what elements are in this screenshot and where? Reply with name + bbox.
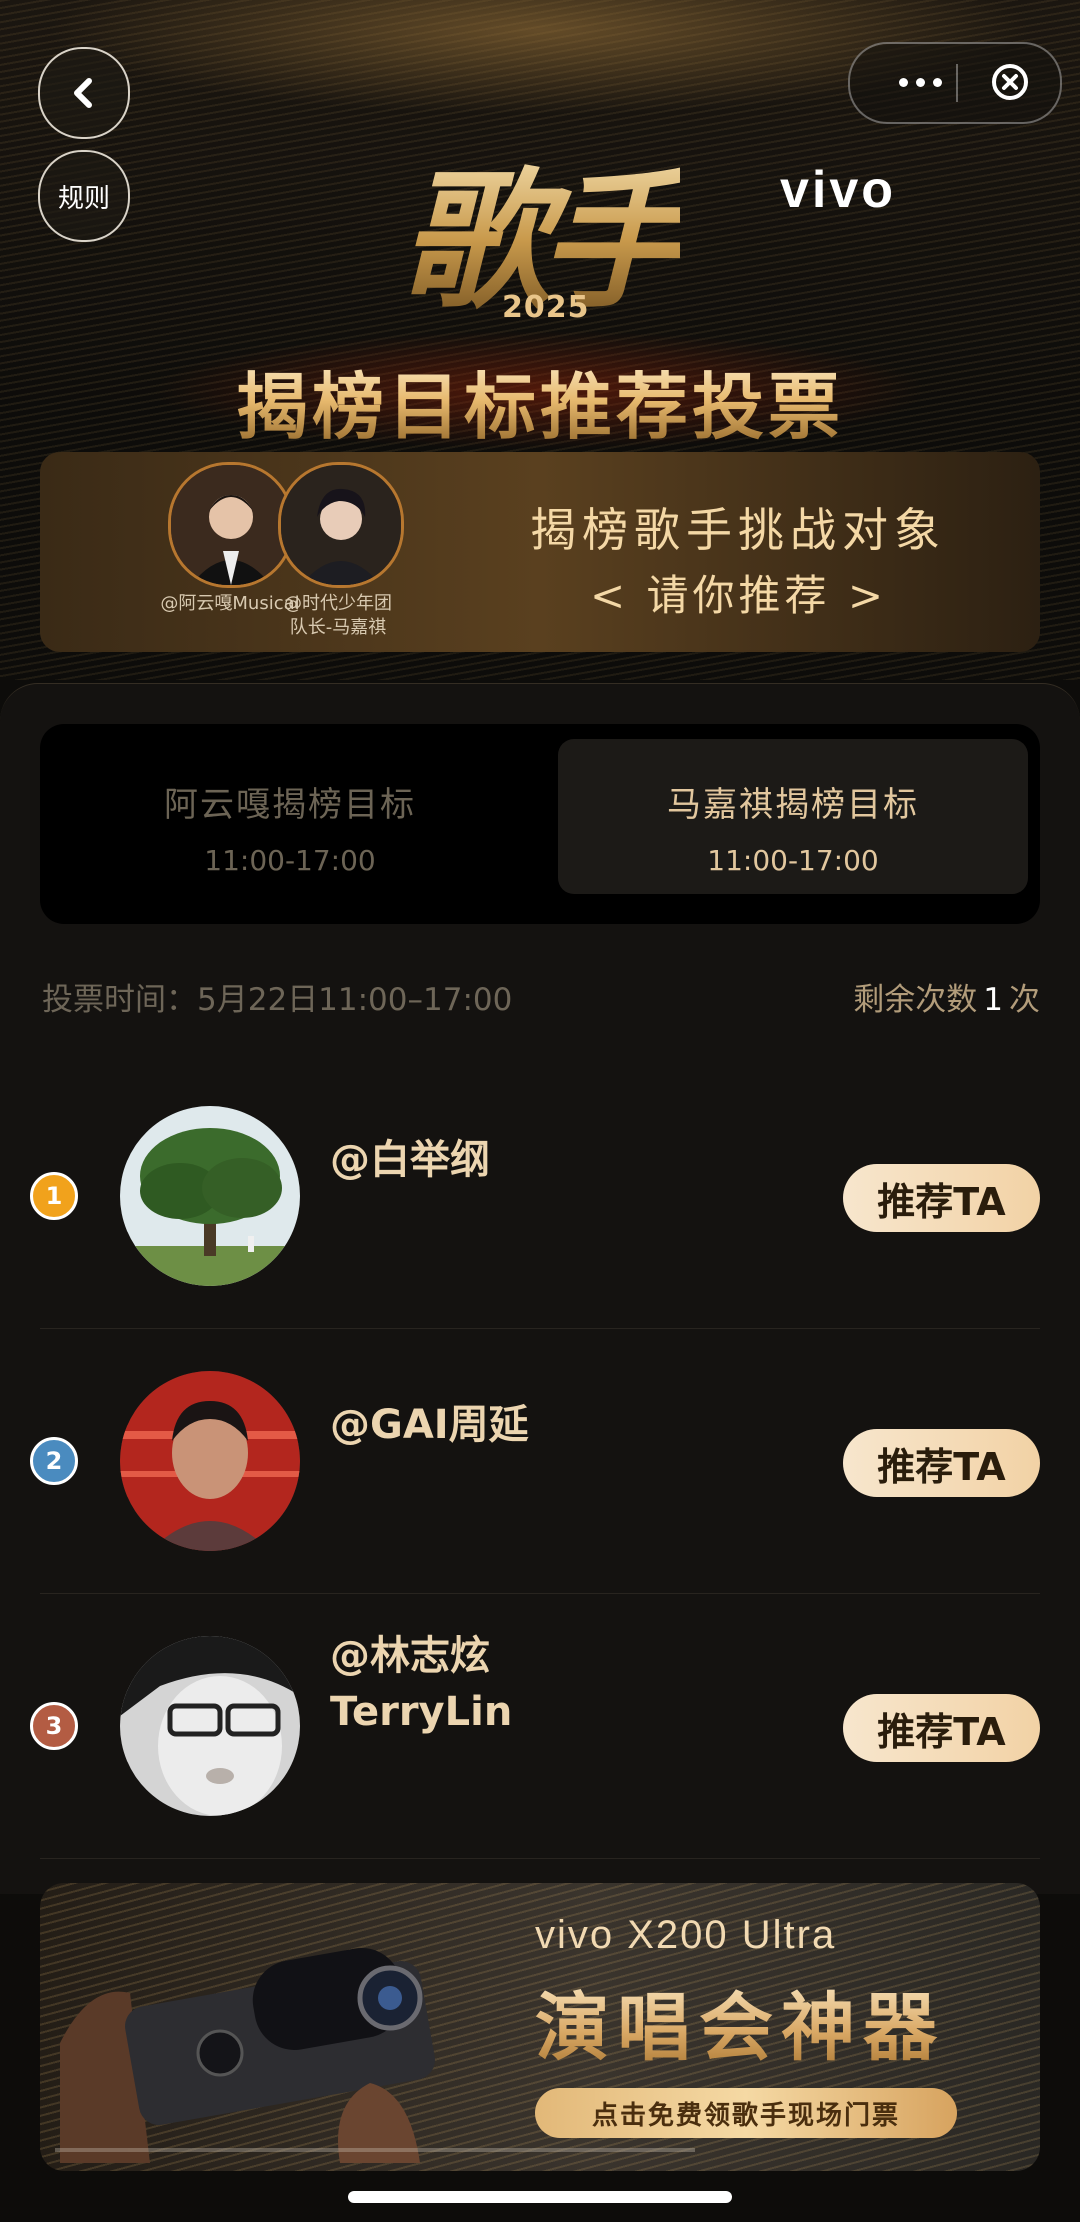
recommend-button[interactable]: 推荐TA [843, 1694, 1040, 1762]
remaining-prefix: 剩余次数 [853, 982, 978, 1018]
candidate-row: 1 @白举纲 推荐TA [0, 1064, 1080, 1329]
remaining-votes: 剩余次数 1 次 [853, 974, 1040, 1019]
candidate-name: @林志炫 TerryLin [330, 1628, 512, 1740]
ad-product-name: vivo X200 Ultra [535, 1913, 837, 1957]
remaining-count: 1 [983, 982, 1003, 1018]
ad-fine-print [55, 2148, 695, 2152]
ad-cta-button[interactable]: 点击免费领歌手现场门票 [535, 2088, 957, 2138]
banner-cta: < 请你推荐 > [590, 571, 888, 620]
rank-badge: 1 [30, 1172, 78, 1220]
promo-banner[interactable]: vivo X200 Ultra 演唱会神器 点击免费领歌手现场门票 [40, 1883, 1040, 2171]
candidate-avatar [120, 1106, 300, 1286]
page-title: 揭榜目标推荐投票 [0, 348, 1080, 453]
rank-badge: 3 [30, 1702, 78, 1750]
target-tabs: 阿云嘎揭榜目标 11:00-17:00 马嘉祺揭榜目标 11:00-17:00 [40, 724, 1040, 924]
tab-label: 马嘉祺揭榜目标 [667, 785, 919, 825]
home-indicator[interactable] [348, 2191, 732, 2203]
candidate-row: 3 @林志炫 TerryLin 推荐TA [0, 1594, 1080, 1859]
guest-avatar-ayunga [168, 462, 294, 588]
hero-header: 规则 歌手 2025 vivo 揭榜目标推荐投票 @阿云嘎Musical @时代… [0, 0, 1080, 680]
vote-panel: 阿云嘎揭榜目标 11:00-17:00 马嘉祺揭榜目标 11:00-17:00 … [0, 683, 1080, 1894]
candidate-name-line1: @林志炫 [330, 1633, 490, 1679]
rules-button[interactable]: 规则 [38, 150, 130, 242]
guest-caption-line1: @时代少年团 [284, 593, 392, 614]
banner-headline: 揭榜歌手挑战对象 [530, 503, 946, 557]
candidate-avatar [120, 1636, 300, 1816]
candidate-row: 2 @GAI周延 推荐TA [0, 1329, 1080, 1594]
close-icon[interactable] [990, 62, 1030, 102]
show-logo-year: 2025 [502, 290, 590, 325]
capsule-divider [956, 64, 958, 102]
mini-program-capsule [848, 42, 1062, 124]
candidate-name-line2: TerryLin [330, 1689, 513, 1735]
chevron-left-icon [74, 78, 92, 108]
guest-caption-majiaqi: @时代少年团 队长-马嘉祺 [248, 592, 428, 640]
rank-badge: 2 [30, 1437, 78, 1485]
tab-majiaqi[interactable]: 马嘉祺揭榜目标 11:00-17:00 [558, 739, 1028, 894]
candidate-avatar [120, 1371, 300, 1551]
ad-slogan: 演唱会神器 [535, 1968, 945, 2075]
vote-time: 投票时间：5月22日11:00–17:00 [42, 982, 513, 1018]
candidate-name: @GAI周延 [330, 1402, 529, 1448]
row-divider [40, 1858, 1040, 1859]
phone-camera-image [60, 1947, 435, 2163]
vivo-logo: vivo [780, 161, 897, 219]
remaining-suffix: 次 [1009, 982, 1040, 1018]
guest-caption-line2: 队长-马嘉祺 [289, 617, 387, 638]
back-button[interactable] [38, 47, 130, 139]
more-dots-icon [898, 77, 908, 87]
tab-time: 11:00-17:00 [204, 844, 376, 877]
recommend-button[interactable]: 推荐TA [843, 1429, 1040, 1497]
tab-ayunga[interactable]: 阿云嘎揭榜目标 11:00-17:00 [55, 739, 525, 894]
challenger-banner[interactable]: @阿云嘎Musical @时代少年团 队长-马嘉祺 揭榜歌手挑战对象 < 请你推… [40, 452, 1040, 652]
tab-label: 阿云嘎揭榜目标 [164, 785, 416, 825]
candidate-name: @白举纲 [330, 1137, 490, 1183]
recommend-button[interactable]: 推荐TA [843, 1164, 1040, 1232]
guest-avatar-majiaqi [278, 462, 404, 588]
more-button[interactable] [880, 62, 960, 102]
tab-time: 11:00-17:00 [707, 844, 879, 877]
